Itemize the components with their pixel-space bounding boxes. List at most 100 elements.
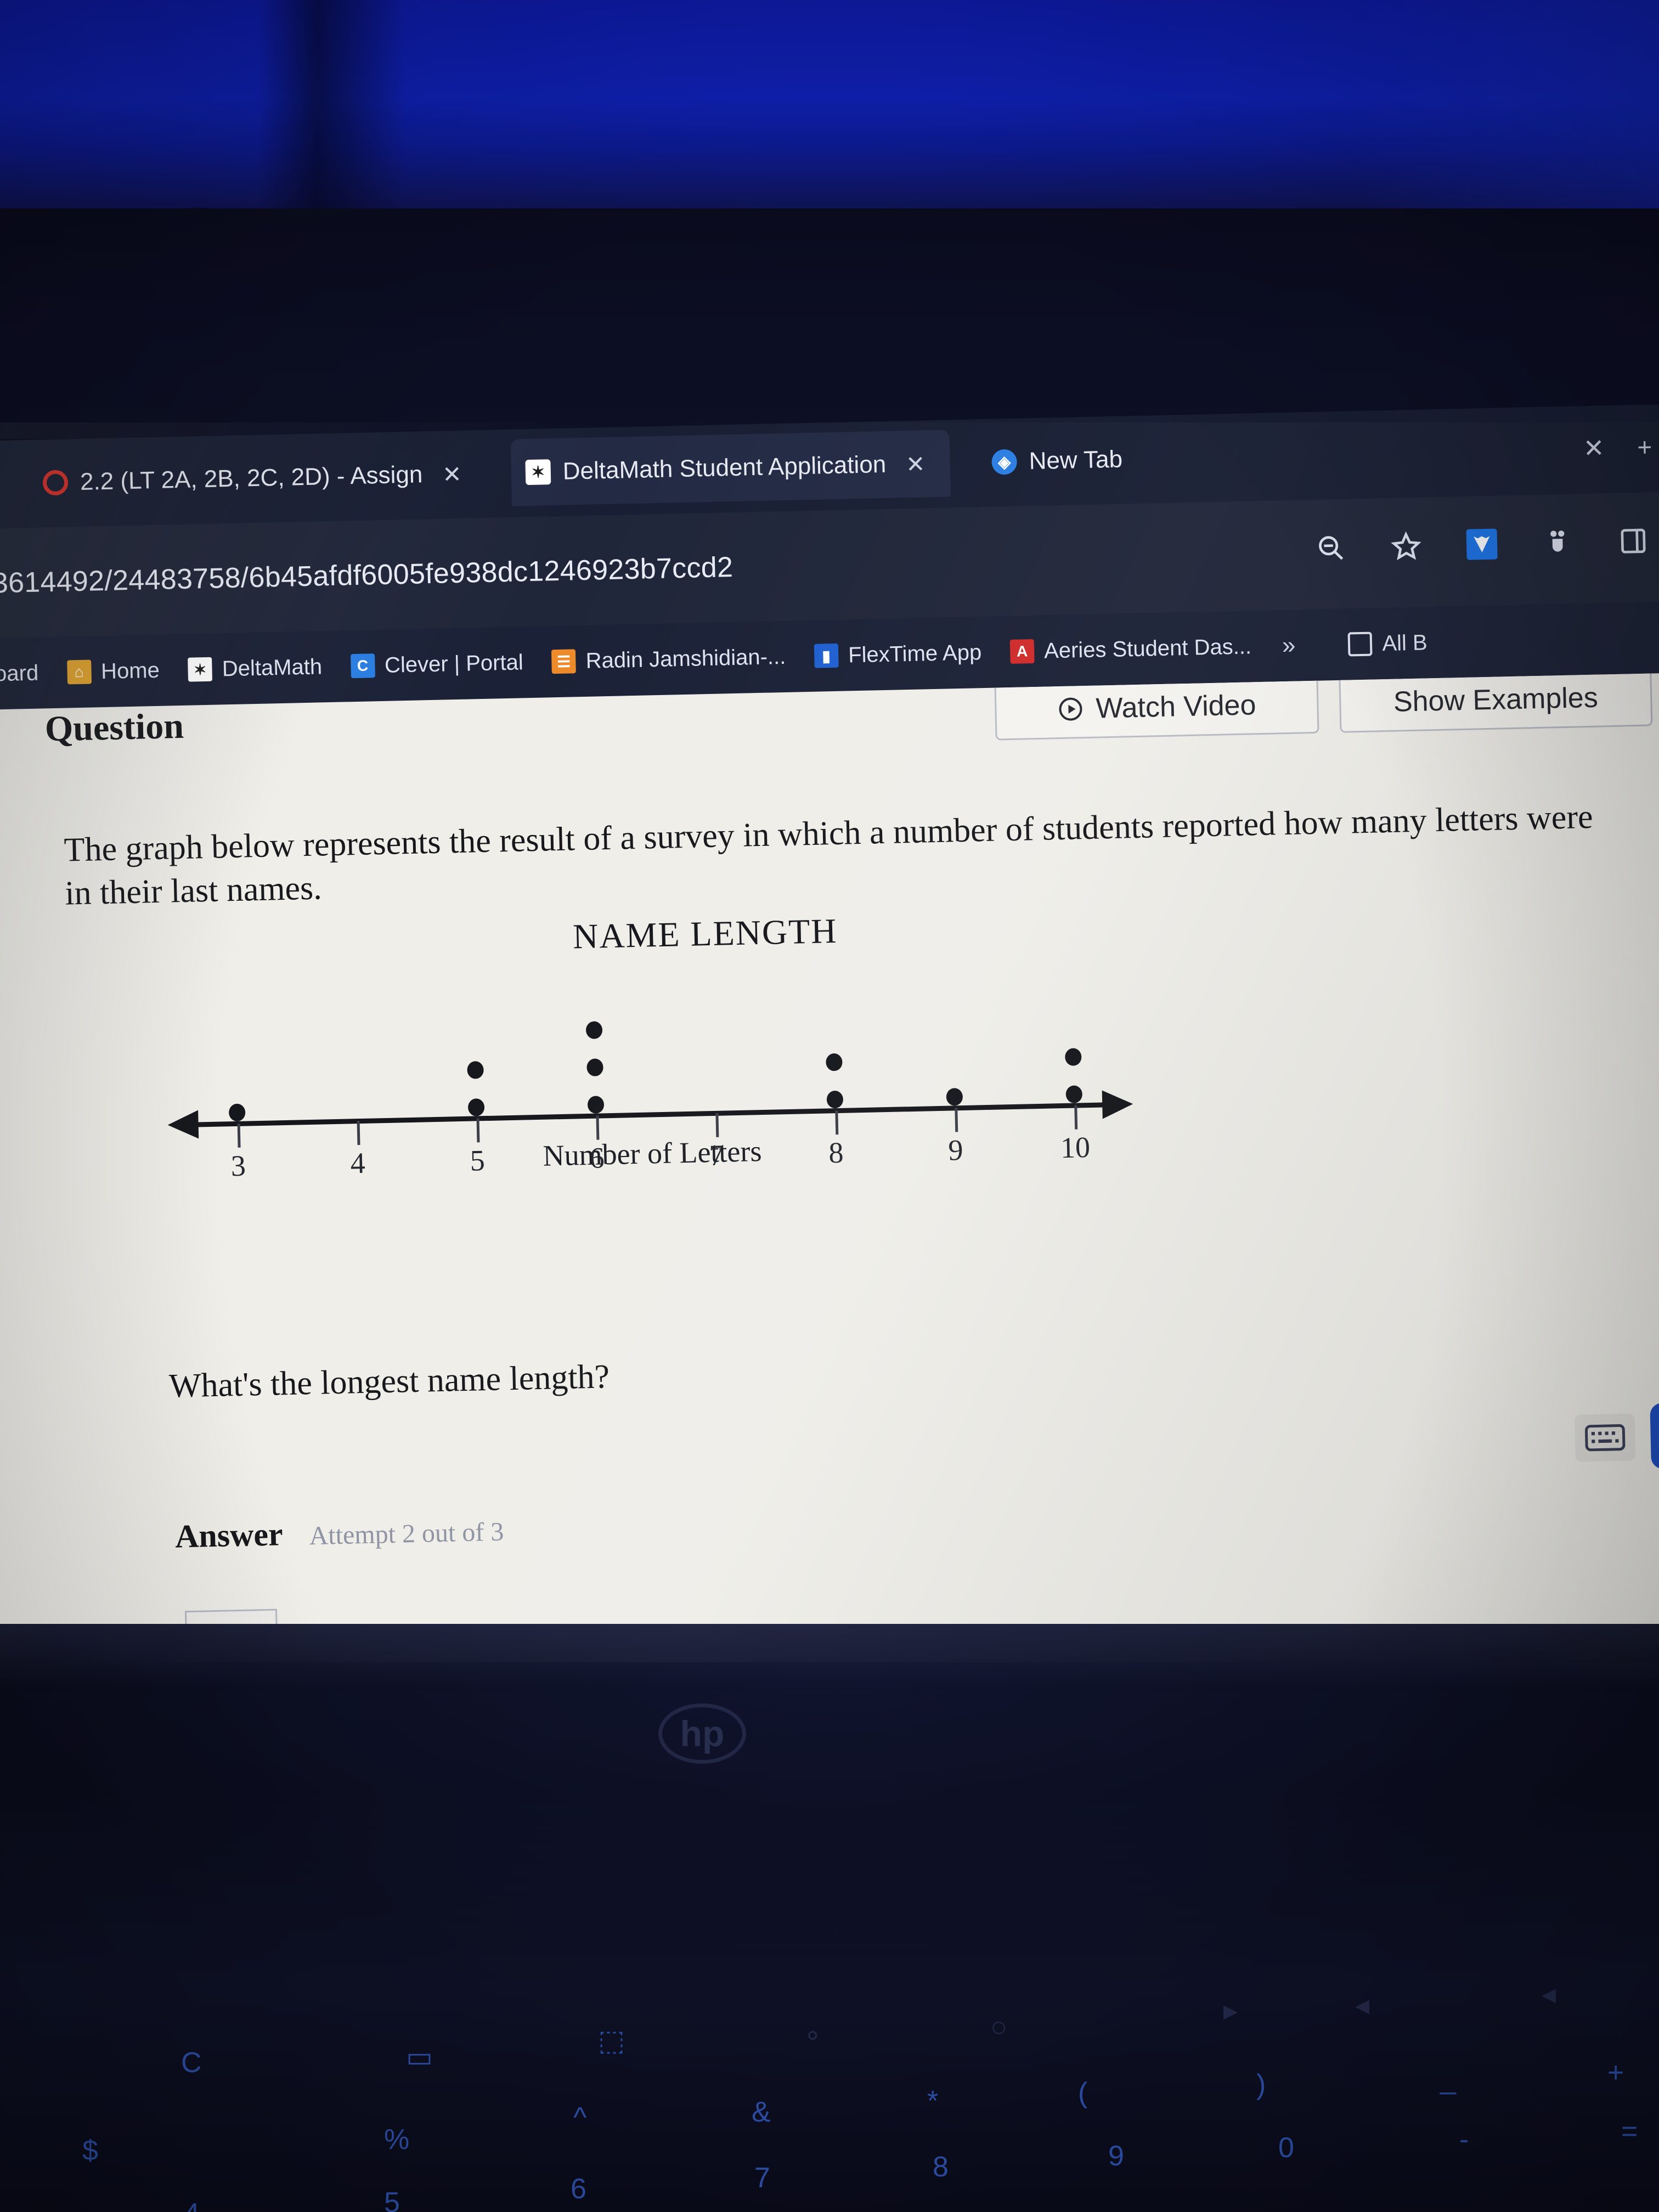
axis-arrow-right-icon <box>1102 1090 1133 1119</box>
axis-arrow-left-icon <box>167 1110 199 1139</box>
keyboard-key[interactable]: ▭ <box>406 2041 433 2074</box>
keyboard-key[interactable]: 7 <box>754 2162 770 2194</box>
extension-puzzle-icon[interactable] <box>1542 527 1573 558</box>
tab-title: DeltaMath Student Application <box>562 450 887 485</box>
axis-tick <box>357 1121 360 1146</box>
keyboard-key[interactable]: 0 <box>1278 2131 1294 2164</box>
show-examples-label: Show Examples <box>1393 681 1599 718</box>
bookmark-clever-portal[interactable]: C Clever | Portal <box>336 650 538 679</box>
tab-title: New Tab <box>1029 445 1123 475</box>
wall-highlight <box>1355 0 1659 236</box>
tab-close-icon[interactable]: ✕ <box>906 450 926 478</box>
laptop-display: 2.2 (LT 2A, 2B, 2C, 2D) - Assign ✕ ✶ Del… <box>0 403 1659 1681</box>
chart-title: NAME LENGTH <box>572 911 838 956</box>
data-dot <box>228 1103 246 1122</box>
keyboard-key[interactable]: * <box>927 2085 938 2118</box>
data-dot <box>586 1058 603 1076</box>
keyboard-key[interactable]: $ <box>82 2134 98 2167</box>
keyboard-key[interactable]: ) <box>1256 2068 1266 2101</box>
bookmark-label: hboard <box>0 661 39 686</box>
axis-tick <box>715 1113 719 1137</box>
document-icon: ☰ <box>551 649 577 674</box>
data-dot <box>585 1021 603 1040</box>
deltamath-icon: ✶ <box>188 657 213 682</box>
wall-shadow <box>258 0 406 236</box>
keyboard-key[interactable]: = <box>1621 2115 1638 2148</box>
play-circle-icon <box>1057 696 1084 723</box>
keyboard-key[interactable]: 8 <box>933 2151 949 2183</box>
newtab-icon: ◈ <box>991 449 1018 475</box>
keyboard-key[interactable]: ^ <box>573 2101 586 2134</box>
keyboard-key[interactable]: _ <box>1440 2063 1456 2096</box>
keyboard-key[interactable]: 4 <box>184 2197 200 2212</box>
bookmarks-overflow-icon[interactable]: » <box>1265 631 1312 660</box>
keyboard-key[interactable]: C <box>181 2046 202 2079</box>
photograph-of-laptop-screen: 2.2 (LT 2A, 2B, 2C, 2D) - Assign ✕ ✶ Del… <box>0 0 1659 2212</box>
keyboard-key[interactable]: ○ <box>990 2011 1007 2044</box>
keyboard-key[interactable]: 9 <box>1108 2140 1124 2172</box>
address-bar[interactable]: app/student/3614492/24483758/6b45afdf600… <box>0 532 1096 614</box>
keyboard-key[interactable]: 6 <box>571 2172 586 2205</box>
axis-ticks: 3 4 5 6 7 8 9 10 <box>144 962 1268 1182</box>
browser-tab-1[interactable]: ✶ DeltaMath Student Application ✕ <box>510 430 951 506</box>
keyboard-key[interactable]: ◂ <box>1542 1978 1556 2011</box>
number-line-axis <box>196 1102 1107 1127</box>
axis-tick <box>237 1123 241 1148</box>
keyboard-key[interactable]: ◂ <box>1355 1989 1369 2022</box>
url-text: app/student/3614492/24483758/6b45afdf600… <box>0 551 733 603</box>
dot-plot-chart: NAME LENGTH 3 4 5 6 7 8 9 10 Number of Letters <box>143 901 1273 1184</box>
bookmark-aeries-student-dashboard[interactable]: A Aeries Student Das... <box>996 634 1266 664</box>
keyboard-key[interactable]: ( <box>1078 2076 1087 2109</box>
bookmark-deltamath[interactable]: ✶ DeltaMath <box>173 654 336 682</box>
answer-label: Answer <box>174 1516 284 1555</box>
axis-tick <box>835 1110 839 1135</box>
bookmark-all-folder[interactable]: All B <box>1334 630 1442 657</box>
keyboard-key[interactable]: & <box>752 2096 771 2129</box>
bookmark-label: All B <box>1381 630 1428 656</box>
keyboard-key[interactable]: % <box>384 2123 409 2156</box>
bookmark-dashboard[interactable]: hboard <box>0 661 53 687</box>
bookmark-label: DeltaMath <box>222 654 323 681</box>
show-examples-button[interactable]: Show Examples <box>1339 672 1653 733</box>
keyboard-backlight-glow <box>0 1624 1659 1959</box>
sub-question-text: What's the longest name length? <box>168 1358 610 1405</box>
bookmark-label: FlexTime App <box>848 640 982 667</box>
toolbar-icon-group <box>1315 526 1649 563</box>
bookmark-label: Radin Jamshidian-... <box>585 644 786 673</box>
chart-data-dots <box>144 962 1268 1122</box>
pear-deck-badge[interactable]: P <box>1650 1401 1659 1469</box>
keyboard-key[interactable]: 5 <box>384 2186 400 2212</box>
clever-icon: C <box>350 653 375 679</box>
answer-heading-row: Answer Attempt 2 out of 3 <box>174 1511 504 1556</box>
browser-tab-0[interactable]: 2.2 (LT 2A, 2B, 2C, 2D) - Assign ✕ <box>28 440 490 517</box>
flextime-icon: ▮ <box>814 643 839 668</box>
browser-tab-2[interactable]: ◈ New Tab <box>977 424 1214 496</box>
new-tab-button[interactable]: + <box>1637 432 1652 462</box>
deltamath-icon: ✶ <box>525 459 551 486</box>
data-dot <box>467 1061 484 1079</box>
data-dot <box>826 1053 843 1071</box>
tab-title: 2.2 (LT 2A, 2B, 2C, 2D) - Assign <box>80 461 423 495</box>
data-dot <box>1064 1048 1082 1066</box>
keyboard-key[interactable]: ∘ <box>804 2019 822 2052</box>
keyboard-key[interactable]: ⬚ <box>598 2024 625 2057</box>
page-title: Question <box>44 706 184 749</box>
data-dot <box>1065 1085 1083 1103</box>
zoom-out-icon[interactable] <box>1315 532 1346 563</box>
extension-blue-icon[interactable] <box>1466 528 1498 560</box>
keyboard-key[interactable]: + <box>1607 2056 1624 2089</box>
bookmark-star-icon[interactable] <box>1391 531 1422 562</box>
bookmark-flextime-app[interactable]: ▮ FlexTime App <box>800 640 996 669</box>
side-panel-icon[interactable] <box>1617 526 1649 557</box>
tab-close-icon[interactable]: ✕ <box>442 460 462 488</box>
window-close-button[interactable]: ✕ <box>1583 433 1605 463</box>
bookmark-home[interactable]: ⌂ Home <box>53 658 174 685</box>
home-icon: ⌂ <box>66 659 92 685</box>
deltamath-page: Question Watch Video Show Examples The g… <box>0 672 1659 1681</box>
keyboard-icon[interactable] <box>1574 1413 1636 1462</box>
keyboard-key[interactable]: - <box>1459 2123 1469 2156</box>
bookmark-radin-jamshidian[interactable]: ☰ Radin Jamshidian-... <box>537 644 800 674</box>
data-dot <box>946 1088 963 1106</box>
keyboard-key[interactable]: ▸ <box>1223 1994 1238 2027</box>
data-dot <box>587 1096 605 1114</box>
